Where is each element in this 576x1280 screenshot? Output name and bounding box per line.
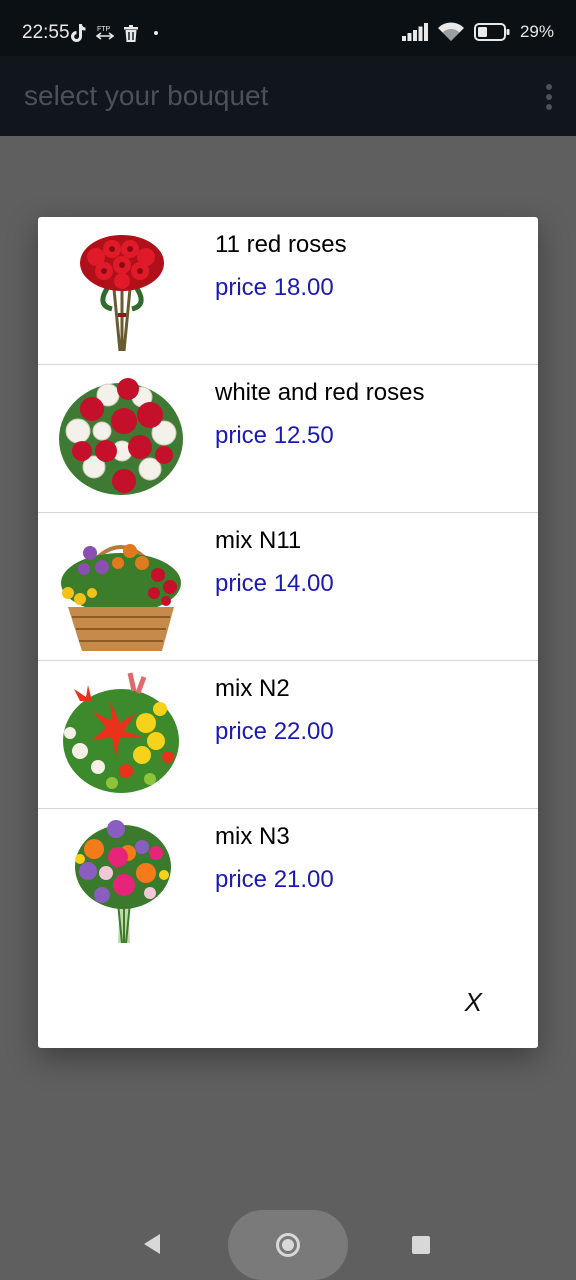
navigation-bar: [0, 1200, 576, 1280]
app-bar: select your bouquet: [0, 56, 576, 136]
trash-icon: [124, 24, 138, 42]
bouquet-dialog: 11 red roses price 18.00 white and red r…: [38, 217, 538, 1048]
list-item[interactable]: 11 red roses price 18.00: [38, 217, 538, 365]
dot-icon: [154, 31, 158, 35]
item-name: mix N11: [215, 527, 302, 554]
flower-basket-image: [61, 544, 181, 651]
list-item[interactable]: mix N2 price 22.00: [38, 661, 538, 809]
status-bar: 22:55 FTP 29%: [0, 0, 576, 56]
gerbera-mix-bouquet-image: [75, 820, 171, 944]
item-price: price 18.00: [215, 274, 334, 301]
recents-icon[interactable]: [412, 1236, 430, 1254]
battery-percent: 29%: [519, 22, 554, 41]
status-notification-icons: FTP: [70, 24, 162, 42]
ftp-icon: FTP: [96, 26, 114, 40]
back-icon[interactable]: [140, 1232, 162, 1256]
item-name: mix N3: [215, 823, 290, 850]
lily-mix-bouquet-image: [63, 672, 179, 793]
svg-text:FTP: FTP: [97, 26, 111, 33]
item-name: 11 red roses: [215, 231, 347, 258]
wifi-icon: [437, 22, 464, 41]
list-item[interactable]: white and red roses price 12.50: [38, 365, 538, 513]
close-button[interactable]: X: [465, 987, 482, 1018]
signal-icon: [401, 23, 428, 41]
item-name: mix N2: [215, 675, 290, 702]
item-price: price 21.00: [215, 866, 334, 893]
list-item[interactable]: mix N3 price 21.00: [38, 809, 538, 957]
red-roses-bouquet-image: [80, 235, 164, 352]
status-time: 22:55: [22, 22, 70, 43]
page-title: select your bouquet: [24, 80, 269, 111]
status-system-icons: 29%: [401, 22, 554, 42]
item-price: price 22.00: [215, 718, 334, 745]
home-icon: [276, 1233, 300, 1257]
item-price: price 12.50: [215, 422, 334, 449]
item-price: price 14.00: [215, 570, 334, 597]
battery-icon: [473, 23, 510, 41]
white-red-roses-bouquet-image: [59, 378, 183, 495]
tiktok-icon: [71, 24, 86, 42]
more-vert-icon[interactable]: [544, 84, 554, 110]
list-item[interactable]: mix N11 price 14.00: [38, 513, 538, 661]
home-button[interactable]: [228, 1210, 348, 1280]
item-name: white and red roses: [215, 379, 425, 406]
